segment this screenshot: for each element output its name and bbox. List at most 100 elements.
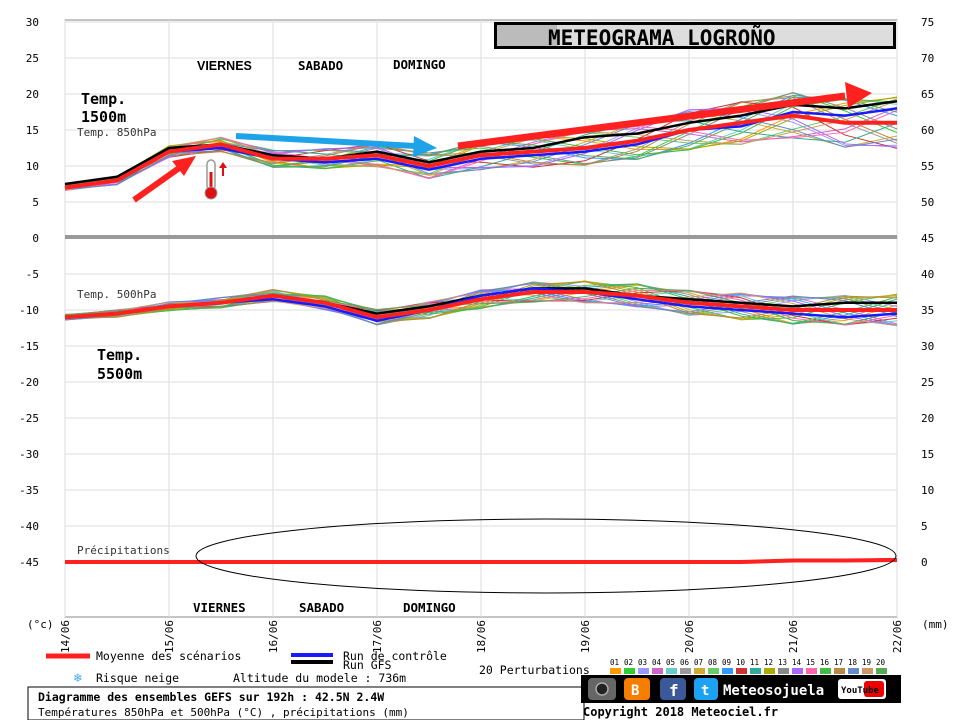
left-tick-label: -5	[26, 268, 39, 281]
perturbation-id: 08	[708, 658, 718, 667]
perturbation-swatch	[806, 668, 817, 674]
right-tick-label: 70	[921, 52, 934, 65]
annotation-temp1500-line1: Temp.	[81, 90, 126, 108]
right-tick-label: 0	[921, 556, 928, 569]
left-axis-unit: (°c)	[27, 618, 54, 631]
footer-box: Diagramme des ensembles GEFS sur 192h : …	[27, 686, 585, 721]
left-tick-label: -40	[19, 520, 39, 533]
day-label-bottom-domingo: DOMINGO	[403, 600, 456, 615]
perturbation-swatch	[820, 668, 831, 674]
perturbation-swatch	[708, 668, 719, 674]
perturbation-swatch	[750, 668, 761, 674]
annotation-temp5500-line1: Temp.	[97, 346, 142, 364]
precipitation-highlight-ellipse	[195, 518, 897, 594]
perturbation-id: 05	[666, 658, 675, 667]
perturbation-swatch	[638, 668, 649, 674]
legend-perturbations-label: 20 Perturbations	[479, 663, 590, 677]
right-tick-label: 35	[921, 304, 934, 317]
left-tick-label: -30	[19, 448, 39, 461]
right-axis-unit: (mm)	[922, 618, 949, 631]
perturbation-swatch	[722, 668, 733, 674]
copyright: Copyright 2018 Meteociel.fr	[583, 705, 778, 719]
right-tick-label: 5	[921, 520, 928, 533]
perturbation-swatch	[848, 668, 859, 674]
left-tick-label: -20	[19, 376, 39, 389]
perturbation-swatch	[834, 668, 845, 674]
svg-text:t: t	[701, 683, 709, 699]
perturbation-id: 10	[736, 658, 746, 667]
right-tick-label: 10	[921, 484, 934, 497]
perturbation-id: 11	[750, 658, 759, 667]
right-tick-label: 15	[921, 448, 934, 461]
left-tick-label: -25	[19, 412, 39, 425]
legend-snow-label: Risque neige	[96, 671, 179, 685]
right-tick-label: 30	[921, 340, 934, 353]
right-tick-label: 20	[921, 412, 934, 425]
precip-mean-line	[65, 557, 898, 564]
meteogram-stage: 30 25 20 15 10 5 0 -5 -10 -15 -20 -25 -30 -35 -40 -45 7…	[0, 0, 960, 721]
right-tick-label: 40	[921, 268, 934, 281]
annotation-temp1500-line2: 1500m	[81, 108, 126, 126]
right-tick-label: 25	[921, 376, 934, 389]
x-tick-label: 14/06	[59, 620, 72, 653]
svg-text:f: f	[669, 681, 679, 700]
perturbation-id: 16	[820, 658, 830, 667]
day-label-bottom-viernes: VIERNES	[193, 600, 246, 615]
panel-label-t850: Temp. 850hPa	[77, 126, 156, 139]
perturbation-swatch	[862, 668, 873, 674]
social-banner[interactable]: B f t Meteosojuela YouTube	[581, 675, 901, 703]
right-tick-label: 45	[921, 232, 934, 245]
left-tick-label: 30	[26, 16, 39, 29]
day-label-top-domingo: DOMINGO	[393, 57, 446, 72]
right-tick-label: 60	[921, 124, 934, 137]
perturbation-id: 01	[610, 658, 619, 667]
snowflake-icon: ❄	[73, 671, 82, 686]
x-tick-label: 19/06	[579, 620, 592, 653]
perturbation-id: 12	[764, 658, 773, 667]
title-box: METEOGRAMA LOGROÑO	[494, 22, 896, 50]
legend-mean-label: Moyenne des scénarios	[96, 649, 241, 663]
legend-altitude: Altitude du modele : 736m	[233, 671, 406, 685]
panel-label-t500: Temp. 500hPa	[77, 288, 156, 301]
svg-text:B: B	[631, 683, 639, 699]
left-tick-label: 10	[26, 160, 39, 173]
perturbation-legend: 01 02 03 04 05 06 07 08 09 10 11 12 13 14 15 16 17 18 19 20	[610, 658, 887, 674]
x-tick-label: 21/06	[787, 620, 800, 653]
perturbation-swatch	[694, 668, 705, 674]
left-tick-label: 0	[32, 232, 39, 245]
perturbation-swatch	[610, 668, 621, 674]
brand-name[interactable]: Meteosojuela	[723, 683, 824, 699]
left-tick-label: -45	[19, 556, 39, 569]
left-tick-label: 20	[26, 88, 39, 101]
perturbation-swatch	[624, 668, 635, 674]
perturbation-id: 02	[624, 658, 633, 667]
perturbation-id: 18	[848, 658, 858, 667]
annotation-temp5500-line2: 5500m	[97, 365, 142, 383]
perturbation-id: 17	[834, 658, 843, 667]
perturbation-swatch	[736, 668, 747, 674]
perturbation-id: 15	[806, 658, 815, 667]
day-label-top-viernes: VIERNES	[197, 59, 252, 73]
left-axis-ticks: 30 25 20 15 10 5 0 -5 -10 -15 -20 -25 -30 -35 -40 -45	[19, 16, 39, 569]
meteogram-chart: 302520151050-5-10-15-20-25-30-35-40-45 7…	[19, 16, 949, 721]
day-label-bottom-sabado: SABADO	[299, 600, 344, 615]
panel-label-precip: Précipitations	[77, 544, 170, 557]
perturbation-id: 06	[680, 658, 690, 667]
perturbation-id: 09	[722, 658, 731, 667]
perturbation-id: 13	[778, 658, 787, 667]
left-tick-label: 15	[26, 124, 39, 137]
perturbation-swatch	[876, 668, 887, 674]
left-tick-label: 25	[26, 52, 39, 65]
footer-line1: Diagramme des ensembles GEFS sur 192h : …	[38, 690, 384, 704]
right-axis-ticks: 757065605550454035302520151050	[921, 16, 934, 569]
left-tick-label: -10	[19, 304, 39, 317]
legend-gfs-label: Run GFS	[343, 658, 392, 672]
perturbation-swatch	[666, 668, 677, 674]
perturbation-id: 20	[876, 658, 886, 667]
x-tick-label: 20/06	[683, 620, 696, 653]
x-tick-label: 18/06	[475, 620, 488, 653]
perturbation-swatch	[652, 668, 663, 674]
left-tick-label: -35	[19, 484, 39, 497]
x-tick-label: 16/06	[267, 620, 280, 653]
x-tick-label: 22/06	[891, 620, 904, 653]
